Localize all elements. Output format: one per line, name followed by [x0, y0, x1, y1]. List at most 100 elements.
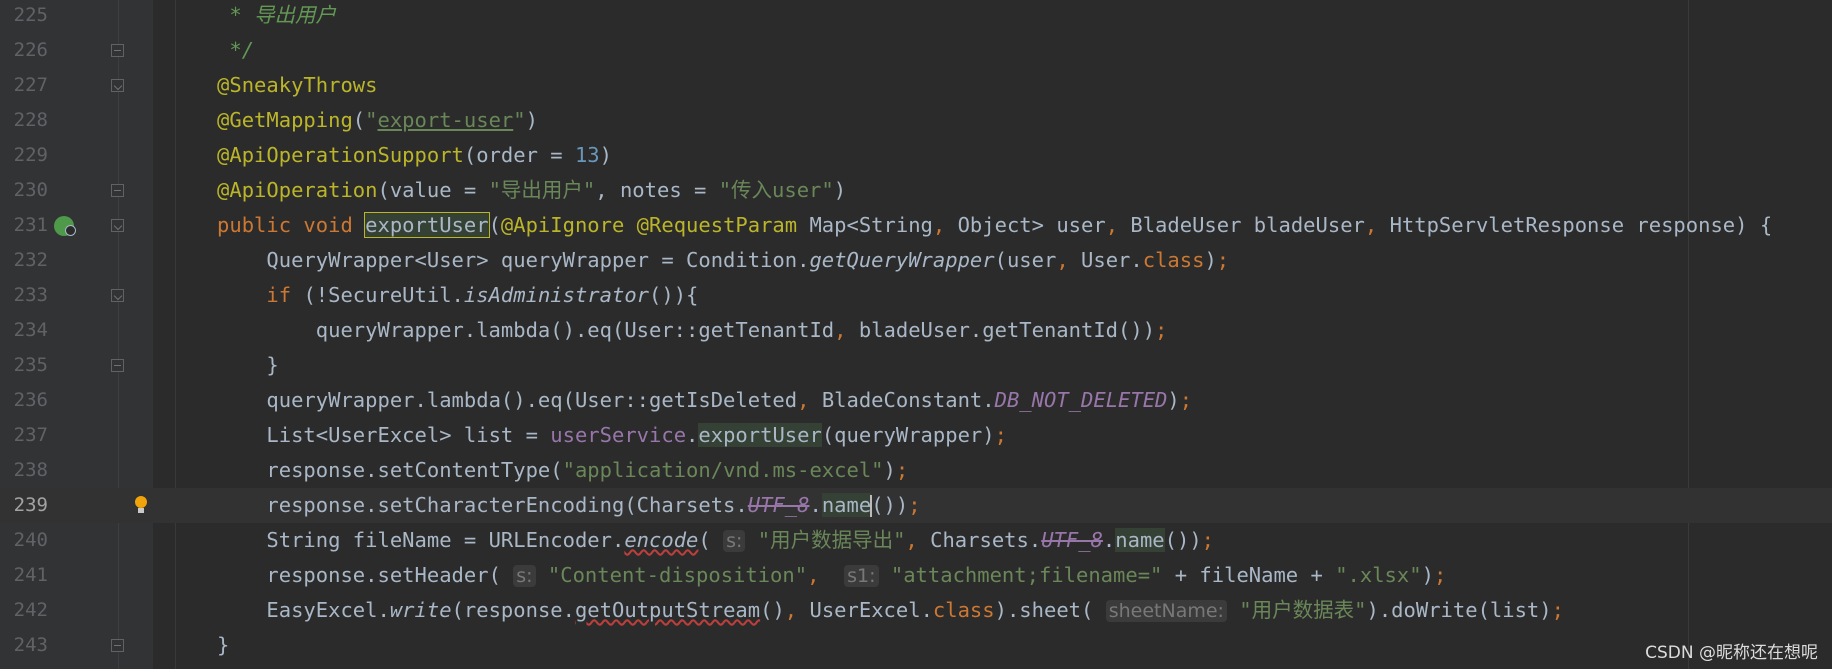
- code-token: "导出用户": [488, 178, 596, 202]
- code-token: ".xlsx": [1335, 563, 1422, 587]
- code-line[interactable]: 232 QueryWrapper<User> queryWrapper = Co…: [0, 243, 1832, 278]
- code-text[interactable]: String fileName = URLEncoder.encode( s: …: [180, 523, 1214, 559]
- code-line[interactable]: 236 queryWrapper.lambda().eq(User::getIs…: [0, 383, 1832, 418]
- code-line[interactable]: 227 @SneakyThrows: [0, 68, 1832, 103]
- line-number[interactable]: 242: [0, 593, 48, 628]
- code-text[interactable]: @ApiOperationSupport(order = 13): [180, 138, 612, 173]
- code-text[interactable]: @SneakyThrows: [180, 68, 377, 103]
- lightbulb-icon[interactable]: [134, 496, 148, 514]
- code-text[interactable]: QueryWrapper<User> queryWrapper = Condit…: [180, 243, 1229, 278]
- code-line[interactable]: 239 response.setCharacterEncoding(Charse…: [0, 488, 1832, 523]
- code-line[interactable]: 234 queryWrapper.lambda().eq(User::getTe…: [0, 313, 1832, 348]
- code-text[interactable]: queryWrapper.lambda().eq(User::getIsDele…: [180, 383, 1192, 418]
- parameter-hint: sheetName:: [1105, 600, 1227, 622]
- fold-collapse-icon[interactable]: [111, 639, 124, 652]
- code-line[interactable]: 226 */: [0, 33, 1832, 68]
- code-token: encode: [624, 528, 699, 552]
- code-text[interactable]: */: [180, 33, 254, 68]
- code-token: .: [809, 493, 822, 517]
- code-token: BladeConstant.: [821, 388, 995, 412]
- line-number[interactable]: 243: [0, 628, 48, 663]
- line-number[interactable]: 225: [0, 0, 48, 33]
- code-token: "attachment;filename=": [878, 563, 1163, 587]
- code-line[interactable]: 231 public void exportUser(@ApiIgnore @R…: [0, 208, 1832, 243]
- code-token: ): [599, 143, 612, 167]
- code-line[interactable]: 242 EasyExcel.write(response.getOutputSt…: [0, 593, 1832, 628]
- fold-expand-icon[interactable]: [111, 219, 124, 232]
- code-line[interactable]: 240 String fileName = URLEncoder.encode(…: [0, 523, 1832, 558]
- line-number[interactable]: 240: [0, 523, 48, 558]
- code-text[interactable]: response.setCharacterEncoding(Charsets.U…: [180, 488, 921, 523]
- code-line[interactable]: 243 }: [0, 628, 1832, 663]
- spring-request-mapping-icon[interactable]: [54, 216, 76, 236]
- code-text[interactable]: public void exportUser(@ApiIgnore @Reque…: [180, 208, 1772, 243]
- code-editor[interactable]: 225 * 导出用户 226 */227 @SneakyThrows 228 @Ge…: [0, 0, 1832, 669]
- code-text[interactable]: List<UserExcel> list = userService.expor…: [180, 418, 1007, 453]
- code-line[interactable]: 230 @ApiOperation(value = "导出用户", notes …: [0, 173, 1832, 208]
- line-number[interactable]: 235: [0, 348, 48, 383]
- code-line[interactable]: 228 @GetMapping("export-user"): [0, 103, 1832, 138]
- code-token: ): [883, 458, 896, 482]
- parameter-hint: s:: [513, 565, 536, 587]
- code-text[interactable]: response.setContentType("application/vnd…: [180, 453, 908, 488]
- fold-expand-icon[interactable]: [111, 79, 124, 92]
- code-token: ;: [1201, 528, 1215, 552]
- fold-expand-icon[interactable]: [111, 289, 124, 302]
- code-line[interactable]: 235 }: [0, 348, 1832, 383]
- code-token: (: [698, 528, 724, 552]
- code-text[interactable]: response.setHeader( s: "Content-disposit…: [180, 558, 1446, 594]
- code-text[interactable]: }: [180, 348, 278, 383]
- code-line[interactable]: 238 response.setContentType("application…: [0, 453, 1832, 488]
- code-line[interactable]: 237 List<UserExcel> list = userService.e…: [0, 418, 1832, 453]
- fold-collapse-icon[interactable]: [111, 359, 124, 372]
- code-token: queryWrapper.lambda().eq(User::getIsDele…: [266, 388, 798, 412]
- code-line[interactable]: 241 response.setHeader( s: "Content-disp…: [0, 558, 1832, 593]
- code-text[interactable]: if (!SecureUtil.isAdministrator()){: [180, 278, 698, 313]
- code-text[interactable]: EasyExcel.write(response.getOutputStream…: [180, 593, 1564, 629]
- code-token: String fileName = URLEncoder.: [266, 528, 625, 552]
- line-number[interactable]: 232: [0, 243, 48, 278]
- code-token: ): [525, 108, 538, 132]
- line-number[interactable]: 239: [0, 488, 48, 523]
- watermark: CSDN @昵称还在想呢: [1645, 643, 1818, 663]
- code-token: userService: [550, 423, 687, 447]
- code-token: (: [488, 213, 501, 237]
- code-token: ;: [994, 423, 1007, 447]
- code-token: BladeUser bladeUser: [1130, 213, 1365, 237]
- code-line[interactable]: 229 @ApiOperationSupport(order = 13): [0, 138, 1832, 173]
- fold-collapse-icon[interactable]: [111, 184, 124, 197]
- code-line[interactable]: 233 if (!SecureUtil.isAdministrator()){: [0, 278, 1832, 313]
- code-token: UserExcel.: [809, 598, 933, 622]
- line-number[interactable]: 228: [0, 103, 48, 138]
- line-number[interactable]: 236: [0, 383, 48, 418]
- line-number[interactable]: 230: [0, 173, 48, 208]
- line-number[interactable]: 226: [0, 33, 48, 68]
- code-token: User.: [1081, 248, 1143, 272]
- code-token: if: [266, 283, 304, 307]
- code-token: ): [833, 178, 847, 202]
- code-text[interactable]: }: [180, 628, 229, 663]
- line-number[interactable]: 234: [0, 313, 48, 348]
- code-token: }: [217, 633, 230, 657]
- code-line[interactable]: 225 * 导出用户: [0, 0, 1832, 33]
- line-number[interactable]: 237: [0, 418, 48, 453]
- line-number[interactable]: 231: [0, 208, 48, 243]
- line-number[interactable]: 229: [0, 138, 48, 173]
- line-number[interactable]: 241: [0, 558, 48, 593]
- code-token: ,: [932, 213, 958, 237]
- line-number[interactable]: 238: [0, 453, 48, 488]
- line-number[interactable]: 227: [0, 68, 48, 103]
- code-text[interactable]: @GetMapping("export-user"): [180, 103, 538, 138]
- fold-collapse-icon[interactable]: [111, 44, 124, 57]
- code-text[interactable]: * 导出用户: [180, 0, 336, 33]
- code-text[interactable]: queryWrapper.lambda().eq(User::getTenant…: [180, 313, 1168, 348]
- line-number[interactable]: 233: [0, 278, 48, 313]
- code-token: UTF_8: [747, 493, 810, 517]
- code-text[interactable]: @ApiOperation(value = "导出用户", notes = "传…: [180, 173, 846, 208]
